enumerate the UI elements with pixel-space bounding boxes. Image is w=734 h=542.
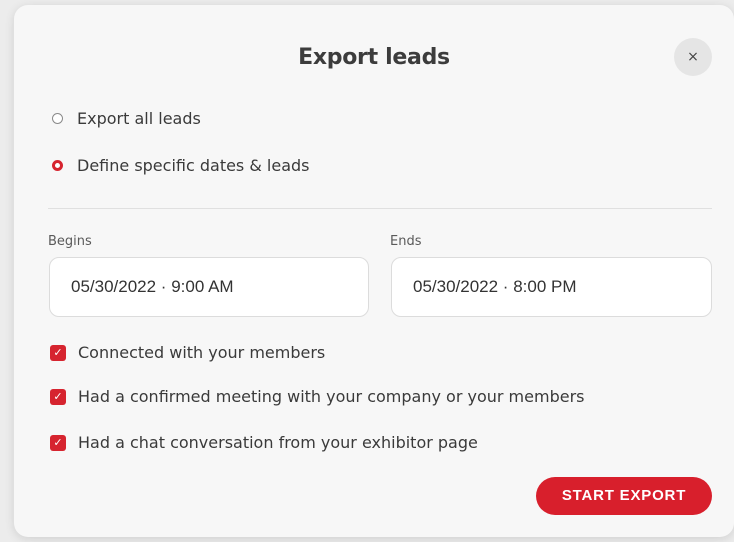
start-export-button[interactable]: START EXPORT: [536, 477, 712, 515]
option-label: Define specific dates & leads: [77, 156, 310, 175]
check-icon[interactable]: ✓: [50, 344, 66, 361]
divider: [48, 208, 712, 209]
option-define-specific[interactable]: Define specific dates & leads: [52, 156, 310, 175]
radio-selected-icon[interactable]: [52, 160, 63, 171]
check-icon[interactable]: ✓: [50, 434, 66, 451]
export-leads-dialog: Export leads × Export all leads Define s…: [14, 5, 734, 537]
criteria-label: Had a confirmed meeting with your compan…: [78, 387, 585, 406]
option-export-all-leads[interactable]: Export all leads: [52, 109, 201, 128]
begins-datetime-field[interactable]: 05/30/2022 · 9:00 AM: [49, 257, 369, 317]
close-button[interactable]: ×: [674, 38, 712, 76]
check-icon[interactable]: ✓: [50, 388, 66, 405]
begins-value: 05/30/2022 · 9:00 AM: [71, 277, 234, 296]
criteria-meeting-checkbox-row[interactable]: ✓ Had a confirmed meeting with your comp…: [50, 387, 584, 406]
criteria-label: Had a chat conversation from your exhibi…: [78, 433, 478, 452]
ends-value: 05/30/2022 · 8:00 PM: [413, 277, 577, 296]
criteria-connected-checkbox-row[interactable]: ✓ Connected with your members: [50, 343, 325, 362]
close-icon: ×: [687, 49, 699, 65]
begins-label: Begins: [48, 234, 92, 249]
option-label: Export all leads: [77, 109, 201, 128]
criteria-label: Connected with your members: [78, 343, 326, 362]
ends-label: Ends: [390, 234, 422, 249]
criteria-chat-checkbox-row[interactable]: ✓ Had a chat conversation from your exhi…: [50, 433, 478, 452]
ends-datetime-field[interactable]: 05/30/2022 · 8:00 PM: [391, 257, 712, 317]
dialog-title: Export leads: [298, 45, 450, 70]
radio-unselected-icon[interactable]: [52, 113, 63, 124]
